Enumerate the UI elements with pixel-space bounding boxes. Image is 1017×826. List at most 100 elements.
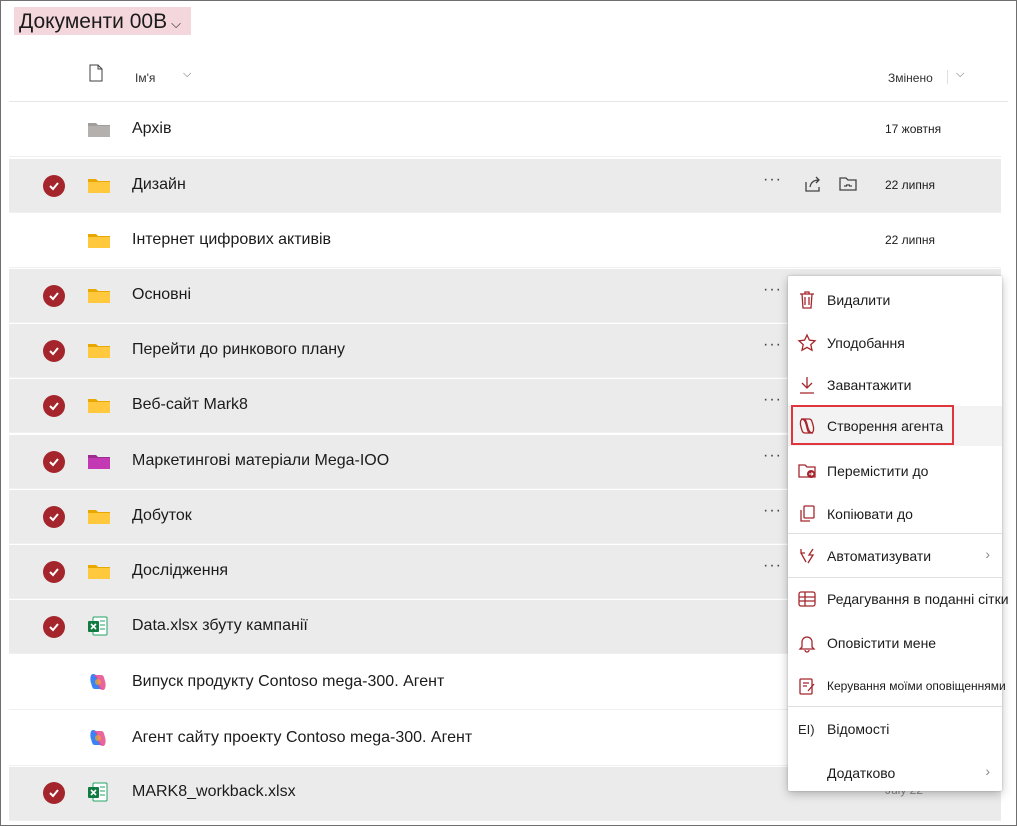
item-name[interactable]: MARK8_workback.xlsx [132, 783, 296, 801]
more-options-icon[interactable]: ··· [763, 447, 782, 465]
copy-icon [800, 505, 815, 522]
menu-item-download[interactable]: Завантажити [788, 365, 1002, 405]
documents-library: Документи 00В ⌵ Ім'я ⌵ Змінено ⌵ Архів 17… [0, 0, 1017, 826]
menu-item-favorite[interactable]: Уподобання [788, 323, 1002, 363]
checkmark-icon[interactable] [43, 451, 65, 473]
menu-label: Автоматизувати [827, 548, 932, 564]
menu-label: Редагування в поданні сітки [827, 591, 1009, 607]
more-options-icon[interactable]: ··· [763, 336, 782, 354]
excel-icon [88, 616, 108, 636]
chevron-right-icon: › [985, 546, 990, 562]
folder-icon [88, 179, 110, 193]
menu-item-grid-edit[interactable]: Редагування в поданні сітки [788, 579, 1009, 619]
checkmark-icon[interactable] [43, 285, 65, 307]
item-name[interactable]: Дослідження [132, 562, 228, 580]
menu-divider [788, 533, 1002, 534]
folder-icon [88, 234, 110, 248]
menu-item-details[interactable]: EI) Відомості [788, 709, 1002, 749]
item-name[interactable]: Дизайн [132, 176, 186, 194]
chevron-right-icon: › [985, 763, 990, 779]
menu-label: Оповістити мене [827, 635, 937, 651]
column-header-modified[interactable]: Змінено [888, 71, 933, 85]
manage-alerts-icon [799, 678, 815, 695]
list-row[interactable]: Дизайн ··· 22 липня [9, 159, 1001, 213]
more-options-icon[interactable]: ··· [763, 171, 782, 189]
item-name[interactable]: Випуск продукту Contoso mega-300. Агент [132, 673, 444, 691]
item-name[interactable]: Агент сайту проекту Contoso mega-300. Аг… [132, 729, 472, 747]
item-name[interactable]: Добуток [132, 507, 192, 525]
file-type-icon[interactable] [89, 64, 103, 82]
folder-icon [88, 565, 110, 579]
menu-label: Перемістити до [827, 463, 929, 479]
chevron-down-icon: ⌵ [171, 16, 181, 31]
menu-label: Додатково [827, 765, 896, 781]
checkmark-icon[interactable] [43, 616, 65, 638]
more-options-icon[interactable]: ··· [763, 502, 782, 520]
menu-item-move-to[interactable]: Перемістити до [788, 451, 1002, 491]
share-icon[interactable] [803, 174, 823, 194]
column-header-row: Ім'я ⌵ Змінено ⌵ [9, 57, 1008, 102]
menu-item-alert-me[interactable]: Оповістити мене [788, 623, 1002, 663]
folder-icon [88, 289, 110, 303]
folder-icon [88, 399, 110, 413]
menu-label: Керування моїми оповіщеннями [827, 679, 1006, 693]
more-options-icon[interactable]: ··· [763, 557, 782, 575]
checkmark-icon[interactable] [43, 506, 65, 528]
checkmark-icon[interactable] [43, 782, 65, 804]
menu-item-automate[interactable]: Автоматизувати › [788, 536, 1002, 576]
item-modified: 17 жовтня [885, 122, 942, 136]
checkmark-icon[interactable] [43, 561, 65, 583]
chevron-down-icon[interactable]: ⌵ [956, 68, 964, 81]
column-header-name[interactable]: Ім'я [135, 71, 155, 85]
copilot-agent-icon [90, 674, 106, 690]
library-title: Документи 00В [19, 10, 168, 33]
copilot-agent-icon [90, 730, 106, 746]
chevron-down-icon[interactable]: ⌵ [183, 68, 191, 81]
menu-label: Уподобання [827, 335, 905, 351]
menu-divider [788, 706, 1002, 707]
automate-icon [800, 548, 815, 564]
item-modified: 22 липня [885, 178, 936, 192]
folder-pink-icon [88, 455, 110, 469]
star-icon [797, 333, 817, 352]
item-name[interactable]: Data.xlsx збуту кампанії [132, 617, 308, 635]
menu-label: Копіювати до [827, 506, 913, 522]
folder-icon [88, 344, 110, 358]
move-folder-icon [798, 464, 816, 478]
more-options-icon[interactable]: ··· [763, 281, 782, 299]
checkmark-icon[interactable] [43, 175, 65, 197]
trash-icon [800, 291, 814, 309]
checkmark-icon[interactable] [43, 395, 65, 417]
menu-label: Завантажити [827, 377, 912, 393]
library-title-dropdown[interactable]: Документи 00В ⌵ [14, 7, 191, 35]
item-name[interactable]: Інтернет цифрових активів [132, 231, 331, 249]
item-name[interactable]: Архів [132, 120, 171, 138]
item-name[interactable]: Перейти до ринкового плану [132, 341, 345, 359]
context-menu: Видалити Уподобання Завантажити Створенн… [788, 276, 1009, 793]
item-name[interactable]: Веб-сайт Mark8 [132, 396, 248, 414]
copy-link-icon[interactable] [838, 174, 858, 194]
menu-label: Відомості [827, 721, 890, 737]
excel-icon [88, 782, 108, 802]
list-row[interactable]: Архів 17 жовтня [9, 103, 1001, 157]
grid-icon [798, 591, 816, 607]
more-options-icon[interactable]: ··· [763, 391, 782, 409]
menu-item-more[interactable]: Додатково › [788, 753, 1002, 793]
menu-item-manage-alerts[interactable]: Керування моїми оповіщеннями [788, 666, 1006, 706]
item-name[interactable]: Маркетингові матеріали Mega-IOO [132, 452, 389, 470]
bell-icon [798, 636, 816, 653]
checkmark-icon[interactable] [43, 340, 65, 362]
menu-item-delete[interactable]: Видалити [788, 280, 1002, 320]
column-divider [947, 70, 948, 84]
list-row[interactable]: Інтернет цифрових активів 22 липня [9, 214, 1001, 268]
menu-divider [788, 577, 1002, 578]
menu-item-copy-to[interactable]: Копіювати до [788, 494, 1002, 534]
folder-gray-icon [88, 123, 110, 137]
folder-icon [88, 510, 110, 524]
item-modified: 22 липня [885, 233, 936, 247]
info-icon: EI) [798, 722, 815, 737]
item-name[interactable]: Основні [132, 286, 191, 304]
menu-label: Видалити [827, 292, 891, 308]
highlight-box [791, 405, 954, 445]
download-icon [800, 377, 814, 394]
